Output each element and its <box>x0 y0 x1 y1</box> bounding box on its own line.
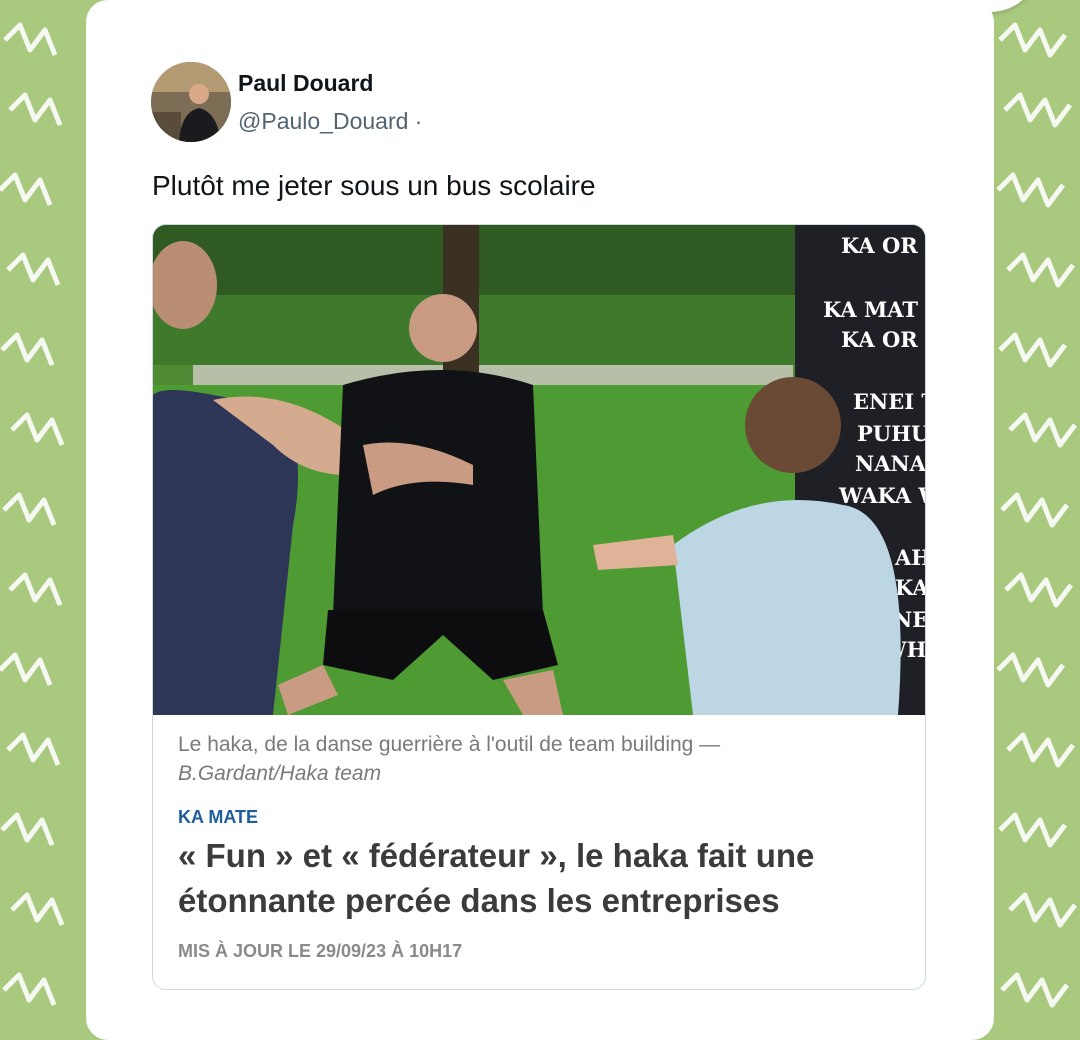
sign-line: WAKA W <box>838 483 925 508</box>
tweet-text: Plutôt me jeter sous un bus scolaire <box>152 170 596 201</box>
author-handle[interactable]: @Paulo_Douard · <box>238 108 422 135</box>
sign-line: NANA <box>855 451 925 476</box>
photo-caption: Le haka, de la danse guerrière à l'outil… <box>178 730 898 788</box>
sign-line: KA <box>895 575 925 600</box>
article-embed-card[interactable]: KA OR KA MAT KA OR ENEI T PUHU NANA WAKA… <box>152 224 926 990</box>
caption-credit: B.Gardant/Haka team <box>178 762 382 785</box>
article-kicker[interactable]: KA MATE <box>178 807 258 828</box>
tweet-card: Paul Douard @Paulo_Douard · Plutôt me je… <box>86 0 994 1040</box>
caption-text: Le haka, de la danse guerrière à l'outil… <box>178 733 721 756</box>
sign-line: AH <box>894 545 925 570</box>
sign-line: KA OR <box>841 327 918 352</box>
author-avatar[interactable] <box>151 62 231 142</box>
author-name[interactable]: Paul Douard <box>238 70 373 97</box>
sign-line: PUHU <box>857 421 925 446</box>
sign-line: KA MAT <box>823 297 918 322</box>
sign-line: ENEI T <box>853 389 925 414</box>
sign-line: KA OR <box>841 233 918 258</box>
article-updated-timestamp: MIS À JOUR LE 29/09/23 À 10H17 <box>178 941 463 961</box>
article-photo[interactable]: KA OR KA MAT KA OR ENEI T PUHU NANA WAKA… <box>153 225 925 715</box>
article-headline[interactable]: « Fun » et « fédérateur », le haka fait … <box>178 833 918 923</box>
avatar-photo <box>151 62 231 142</box>
